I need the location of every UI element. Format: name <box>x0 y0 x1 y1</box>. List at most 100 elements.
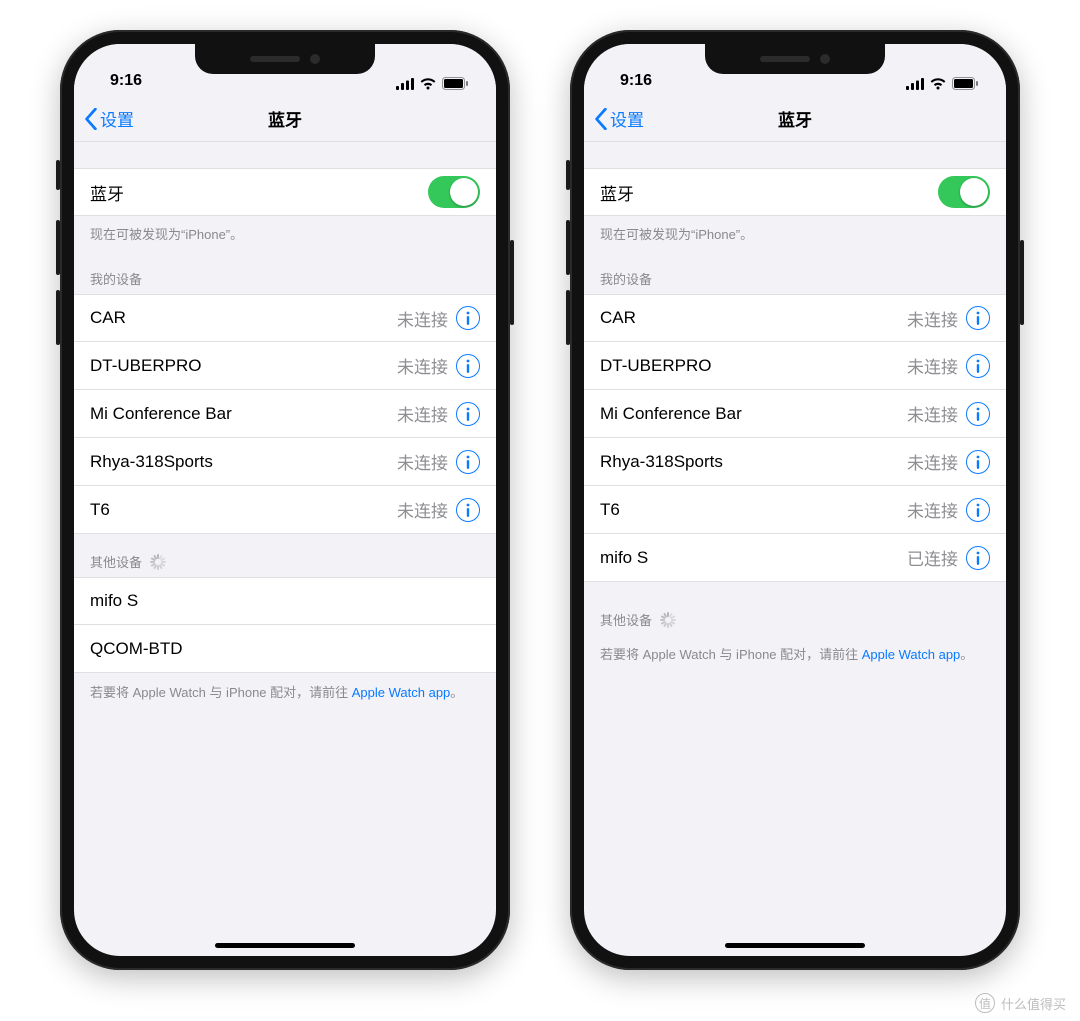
cellular-icon <box>396 78 414 90</box>
device-row[interactable]: Rhya-318Sports 未连接 <box>74 438 496 486</box>
back-button[interactable]: 设置 <box>594 106 644 131</box>
home-indicator[interactable] <box>725 943 865 948</box>
status-right <box>396 77 468 90</box>
device-row[interactable]: CAR 未连接 <box>74 294 496 342</box>
info-icon[interactable] <box>966 546 990 570</box>
nav-title: 蓝牙 <box>74 106 496 131</box>
info-icon[interactable] <box>456 450 480 474</box>
watermark: 值 什么值得买 <box>975 993 1066 1013</box>
content[interactable]: 蓝牙 现在可被发现为“iPhone”。 我的设备 CAR 未连接 DT-UBER… <box>74 142 496 713</box>
volume-up <box>566 220 570 275</box>
back-label: 设置 <box>100 106 134 131</box>
status-time: 9:16 <box>110 72 142 90</box>
back-label: 设置 <box>610 106 644 131</box>
device-name: Rhya-318Sports <box>600 452 907 472</box>
device-name: T6 <box>600 500 907 520</box>
volume-down <box>566 290 570 345</box>
battery-icon <box>442 77 468 90</box>
bluetooth-toggle[interactable] <box>938 176 990 208</box>
spinner-icon <box>660 612 676 628</box>
apple-watch-note: 若要将 Apple Watch 与 iPhone 配对，请前往 Apple Wa… <box>584 635 1006 675</box>
device-status: 未连接 <box>907 401 958 426</box>
device-name: CAR <box>90 308 397 328</box>
device-status: 未连接 <box>907 353 958 378</box>
notch <box>195 44 375 74</box>
bluetooth-label: 蓝牙 <box>600 180 938 205</box>
device-row[interactable]: T6 未连接 <box>74 486 496 534</box>
phone-frame-left: 9:16 设置 蓝牙 蓝牙 现在 <box>60 30 510 970</box>
device-status: 未连接 <box>397 401 448 426</box>
power-button <box>510 240 514 325</box>
device-name: Mi Conference Bar <box>90 404 397 424</box>
screen: 9:16 设置 蓝牙 蓝牙 现在 <box>584 44 1006 956</box>
device-status: 已连接 <box>907 545 958 570</box>
other-devices-header: 其他设备 <box>74 534 496 577</box>
wifi-icon <box>419 77 437 90</box>
discoverable-note: 现在可被发现为“iPhone”。 <box>584 216 1006 251</box>
device-row[interactable]: Mi Conference Bar 未连接 <box>74 390 496 438</box>
nav-bar: 设置 蓝牙 <box>584 96 1006 142</box>
nav-bar: 设置 蓝牙 <box>74 96 496 142</box>
info-icon[interactable] <box>456 354 480 378</box>
device-status: 未连接 <box>907 497 958 522</box>
device-row[interactable]: Rhya-318Sports 未连接 <box>584 438 1006 486</box>
device-name: DT-UBERPRO <box>600 356 907 376</box>
device-row[interactable]: T6 未连接 <box>584 486 1006 534</box>
info-icon[interactable] <box>966 306 990 330</box>
silent-switch <box>56 160 60 190</box>
home-indicator[interactable] <box>215 943 355 948</box>
device-row[interactable]: mifo S 已连接 <box>584 534 1006 582</box>
info-icon[interactable] <box>966 450 990 474</box>
device-row[interactable]: DT-UBERPRO 未连接 <box>584 342 1006 390</box>
status-right <box>906 77 978 90</box>
device-name: mifo S <box>90 591 480 611</box>
apple-watch-link[interactable]: Apple Watch app <box>862 647 961 662</box>
info-icon[interactable] <box>966 354 990 378</box>
discoverable-note: 现在可被发现为“iPhone”。 <box>74 216 496 251</box>
other-device-row[interactable]: mifo S <box>74 577 496 625</box>
apple-watch-link[interactable]: Apple Watch app <box>352 685 451 700</box>
battery-icon <box>952 77 978 90</box>
phone-frame-right: 9:16 设置 蓝牙 蓝牙 现在 <box>570 30 1020 970</box>
notch <box>705 44 885 74</box>
info-icon[interactable] <box>456 402 480 426</box>
volume-down <box>56 290 60 345</box>
power-button <box>1020 240 1024 325</box>
my-devices-header: 我的设备 <box>74 251 496 294</box>
device-status: 未连接 <box>397 497 448 522</box>
back-button[interactable]: 设置 <box>84 106 134 131</box>
stage: 9:16 设置 蓝牙 蓝牙 现在 <box>0 0 1080 970</box>
watermark-icon: 值 <box>975 993 995 1013</box>
info-icon[interactable] <box>966 402 990 426</box>
device-name: QCOM-BTD <box>90 639 480 659</box>
cellular-icon <box>906 78 924 90</box>
device-row[interactable]: DT-UBERPRO 未连接 <box>74 342 496 390</box>
volume-up <box>56 220 60 275</box>
device-name: T6 <box>90 500 397 520</box>
device-status: 未连接 <box>907 449 958 474</box>
bluetooth-label: 蓝牙 <box>90 180 428 205</box>
device-status: 未连接 <box>397 353 448 378</box>
bluetooth-toggle[interactable] <box>428 176 480 208</box>
content[interactable]: 蓝牙 现在可被发现为“iPhone”。 我的设备 CAR 未连接 DT-UBER… <box>584 142 1006 675</box>
chevron-left-icon <box>84 108 98 130</box>
device-name: CAR <box>600 308 907 328</box>
bluetooth-toggle-row[interactable]: 蓝牙 <box>584 168 1006 216</box>
silent-switch <box>566 160 570 190</box>
device-row[interactable]: Mi Conference Bar 未连接 <box>584 390 1006 438</box>
info-icon[interactable] <box>456 498 480 522</box>
device-name: Mi Conference Bar <box>600 404 907 424</box>
info-icon[interactable] <box>966 498 990 522</box>
other-device-row[interactable]: QCOM-BTD <box>74 625 496 673</box>
device-name: mifo S <box>600 548 907 568</box>
bluetooth-toggle-row[interactable]: 蓝牙 <box>74 168 496 216</box>
nav-title: 蓝牙 <box>584 106 1006 131</box>
info-icon[interactable] <box>456 306 480 330</box>
device-row[interactable]: CAR 未连接 <box>584 294 1006 342</box>
apple-watch-note: 若要将 Apple Watch 与 iPhone 配对，请前往 Apple Wa… <box>74 673 496 713</box>
device-status: 未连接 <box>397 449 448 474</box>
device-status: 未连接 <box>907 306 958 331</box>
device-status: 未连接 <box>397 306 448 331</box>
chevron-left-icon <box>594 108 608 130</box>
status-time: 9:16 <box>620 72 652 90</box>
